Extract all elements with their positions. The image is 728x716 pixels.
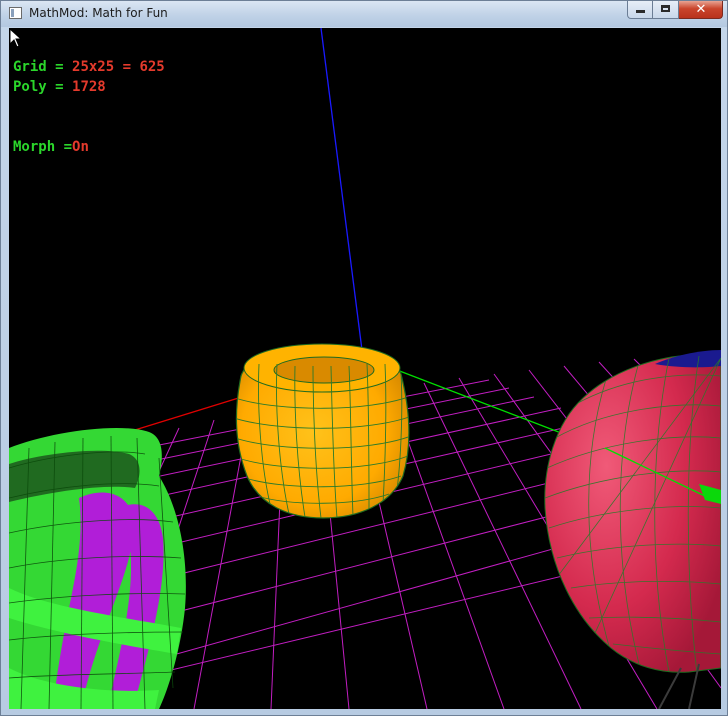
scene-canvas	[9, 28, 721, 709]
app-icon[interactable]	[9, 7, 22, 19]
poly-value: 1728	[72, 79, 106, 95]
maximize-button[interactable]	[653, 1, 679, 19]
render-viewport[interactable]: Grid = 25x25 = 625 Poly = 1728 Morph =On	[9, 28, 721, 709]
minimize-icon	[636, 10, 645, 13]
morph-value: On	[72, 139, 89, 155]
morph-label: Morph =	[13, 139, 73, 155]
y-axis	[396, 369, 570, 437]
close-button[interactable]: ✕	[679, 1, 723, 19]
minimize-button[interactable]	[627, 1, 653, 19]
title-bar[interactable]: MathMod: Math for Fun ✕	[1, 1, 727, 27]
grid-label: Grid =	[13, 59, 73, 75]
caption-buttons: ✕	[627, 1, 723, 19]
ribbon-surface	[9, 427, 186, 709]
maximize-icon	[661, 5, 670, 12]
z-axis	[320, 28, 364, 359]
hud-poly-line: Poly = 1728	[13, 80, 106, 94]
app-window: MathMod: Math for Fun ✕ Grid = 25x25 = 6…	[0, 0, 728, 716]
hud-morph-line: Morph =On	[13, 140, 89, 154]
hud-grid-line: Grid = 25x25 = 625	[13, 60, 165, 74]
barrel-surface	[235, 343, 410, 519]
window-title: MathMod: Math for Fun	[29, 6, 168, 20]
poly-label: Poly =	[13, 79, 73, 95]
close-icon: ✕	[695, 2, 707, 17]
arrow-cursor-icon	[9, 28, 23, 48]
grid-value: 25x25 = 625	[72, 59, 165, 75]
sphere-surface	[544, 350, 721, 709]
